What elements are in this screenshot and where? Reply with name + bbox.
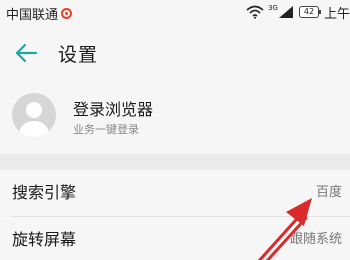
carrier-badge-icon [61,8,73,19]
network-type: 3G [268,4,278,12]
user-avatar-icon [18,102,50,137]
account-title: 登录浏览器 [73,100,154,119]
setting-row-rotate-screen[interactable]: 旋转屏幕 跟随系统 [0,217,350,260]
avatar [12,93,56,137]
setting-value: 跟随系统 [289,232,342,247]
section-divider [0,154,350,170]
page-title: 设置 [58,44,99,66]
account-subtitle: 业务一键登录 [73,123,139,136]
app-header: 设置 [0,26,350,80]
status-time: 上午 [323,6,350,22]
status-bar: 中国联通 3G 42 上午 [0,0,350,26]
signal-icon [278,6,293,18]
wifi-icon [246,5,264,19]
setting-label: 旋转屏幕 [12,230,77,249]
back-arrow-icon[interactable] [14,42,38,64]
setting-row-search-engine[interactable]: 搜索引擎 百度 [0,170,350,216]
setting-label: 搜索引擎 [12,183,77,202]
status-icons: 3G 42 上午 [246,3,350,22]
account-login-row[interactable]: 登录浏览器 业务一键登录 [0,80,350,154]
carrier: 中国联通 [6,4,73,23]
carrier-label: 中国联通 [6,8,59,23]
setting-value: 百度 [315,185,342,200]
battery-level: 42 [303,7,315,16]
battery-icon: 42 [298,6,321,18]
